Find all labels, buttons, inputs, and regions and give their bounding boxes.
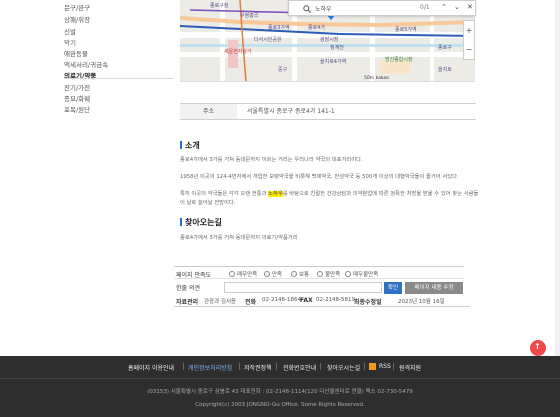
edit-page-button[interactable]: 페이지 내용 수정 bbox=[405, 282, 463, 294]
active-item-underline bbox=[64, 78, 174, 79]
sidebar-item-pets[interactable]: 애완동물 bbox=[64, 48, 88, 58]
address-value: 서울특별시 종로구 종로4가 141-1 bbox=[247, 108, 335, 115]
close-icon[interactable]: ✕ bbox=[467, 3, 473, 11]
satisfaction-survey: 페이지 만족도 매우만족 만족 보통 불만족 매우불만족 bbox=[174, 266, 464, 279]
map-scale: 50m kakao bbox=[364, 76, 389, 81]
rating-radio-dissatisfied[interactable] bbox=[317, 271, 323, 277]
map-label-jongno5ga: 종로5가역 bbox=[395, 27, 417, 33]
map-label-jongno3ga: 종로3가역 bbox=[268, 25, 290, 31]
rating-radio-neutral[interactable] bbox=[291, 271, 297, 277]
map-label-jongno4ga: 종로4가 bbox=[308, 25, 325, 31]
address-label: 주소 bbox=[180, 104, 237, 119]
manager-label: 자료관리 bbox=[176, 299, 199, 306]
directions-title: 찾아오는길 bbox=[185, 218, 222, 227]
address-table: 주소 서울특별시 종로구 종로4가 141-1 bbox=[180, 103, 476, 120]
map-label-jongno-office: 종로구청 bbox=[210, 3, 229, 9]
page-scrollbar[interactable] bbox=[555, 0, 560, 356]
map-label-euljiro4ga: 을지로4가역 bbox=[320, 59, 347, 65]
map-label-jongnogu: 종로구 bbox=[438, 45, 452, 51]
footer-link-guide[interactable]: 홈페이지 이용안내 bbox=[128, 363, 174, 372]
updated-label: 최종수정일 bbox=[354, 299, 382, 306]
sidebar-item-seeds-flowers[interactable]: 종묘/화훼 bbox=[64, 93, 90, 103]
map-label-park: 다서시민공원 bbox=[254, 37, 282, 43]
tel-value: 02-2148-1864 bbox=[262, 297, 301, 303]
highlighted-keyword: 노하우 bbox=[268, 191, 283, 197]
map-label-junggu: 중구 bbox=[278, 67, 288, 73]
map-search-query[interactable]: 노하우 bbox=[315, 4, 332, 13]
chevron-up-icon[interactable]: ⌃ bbox=[441, 3, 447, 11]
rating-radio-very-satisfied[interactable] bbox=[229, 271, 235, 277]
rating-option-label: 보통 bbox=[299, 272, 310, 278]
footer-link-phone[interactable]: 전화번호안내 bbox=[283, 363, 316, 372]
site-footer: 홈페이지 이용안내 개인정보처리방침 저작권정책 전화번호안내 찾아오시는길 R… bbox=[0, 356, 560, 417]
manager-value: 관광과 김서윤 bbox=[204, 299, 237, 305]
map-label-bangsan: 방산종합시장 bbox=[385, 57, 413, 63]
footer-divider bbox=[0, 378, 560, 379]
sidebar-item-fabric[interactable]: 포목/원단 bbox=[64, 104, 90, 114]
section-mark bbox=[180, 218, 182, 226]
section-mark bbox=[180, 141, 182, 149]
footer-address: (03153) 서울특별시 종로구 삼봉로 43 대표전화 : 02-2148-… bbox=[147, 389, 413, 395]
scroll-top-button[interactable]: ↑ bbox=[530, 340, 546, 356]
intro-paragraph-2: 1958년 이곳의 124-4번지에서 개업한 보령약국을 비롯해 백제약국, … bbox=[180, 174, 459, 180]
fax-value: 02-2148-5819 bbox=[316, 297, 355, 303]
footer-link-directions[interactable]: 찾아오시는길 bbox=[327, 363, 360, 372]
rating-option-label: 매우불만족 bbox=[353, 272, 379, 278]
confirm-button[interactable]: 확인 bbox=[384, 282, 402, 294]
footer-link-remote[interactable]: 원격지원 bbox=[399, 363, 421, 372]
sidebar-item-accessories[interactable]: 액세서리/귀금속 bbox=[64, 59, 108, 69]
footer-separator bbox=[364, 363, 365, 370]
footer-links: 홈페이지 이용안내 개인정보처리방침 저작권정책 전화번호안내 찾아오시는길 R… bbox=[0, 362, 560, 376]
map-label-euljiro: 을지로 bbox=[438, 67, 452, 73]
comment-label: 한줄 의견 bbox=[176, 285, 200, 292]
footer-link-privacy[interactable]: 개인정보처리방침 bbox=[188, 363, 232, 372]
directions-paragraph: 종로4가에서 3가를 거쳐 동대문까지 의료기/약품거리 bbox=[180, 235, 298, 241]
map-result-count: 0/1 bbox=[420, 4, 430, 11]
intro-paragraph-1: 종로4가에서 3가를 거쳐 동대문까지 이르는 거리는 우리나라 약국의 대표거… bbox=[180, 157, 363, 163]
zoom-in-button[interactable]: + bbox=[464, 21, 474, 40]
sidebar-item-shoes[interactable]: 신발 bbox=[64, 26, 76, 36]
zoom-out-button[interactable]: − bbox=[464, 40, 474, 59]
sidebar-item-electronics[interactable]: 전기/가전 bbox=[64, 82, 90, 92]
rating-radio-very-dissatisfied[interactable] bbox=[345, 271, 351, 277]
rating-radio-satisfied[interactable] bbox=[264, 271, 270, 277]
rating-option-label: 불만족 bbox=[325, 272, 341, 278]
rss-icon bbox=[369, 363, 376, 370]
satisfaction-label: 페이지 만족도 bbox=[176, 272, 212, 279]
tel-label: 전화 bbox=[245, 299, 257, 306]
intro-paragraph-3: 특히 이곳의 약국들은 각각 오랜 전통과 노하우를 바탕으로 친절한 건강상담… bbox=[180, 191, 479, 206]
map-label-sewoon: 세운전자상가 bbox=[224, 49, 252, 55]
comment-input[interactable] bbox=[224, 282, 382, 293]
map-label-post-office: 우정총국 bbox=[240, 13, 259, 19]
footer-separator bbox=[276, 363, 277, 370]
map-search-bar[interactable]: 노하우 0/1 ⌃ ⌄ ✕ bbox=[288, 0, 476, 16]
updated-value: 2023년 10월 16일 bbox=[398, 299, 445, 305]
footer-link-rss[interactable]: RSS bbox=[379, 363, 391, 370]
map-label-gwangjang: 광장시장 bbox=[320, 37, 339, 43]
footer-separator bbox=[183, 363, 184, 370]
footer-copyright: Copyright(c) 2003 JONGNO-Gu Office. Some… bbox=[195, 402, 365, 408]
footer-separator bbox=[239, 363, 240, 370]
footer-separator bbox=[320, 363, 321, 370]
footer-separator bbox=[393, 363, 394, 370]
search-icon bbox=[303, 5, 311, 13]
sidebar-item-instruments[interactable]: 악기 bbox=[64, 37, 76, 47]
sidebar-item-stationery[interactable]: 문구/완구 bbox=[64, 2, 90, 12]
rating-option-label: 만족 bbox=[272, 272, 283, 278]
fax-label: FAX bbox=[300, 297, 313, 304]
map-zoom-control: + − bbox=[463, 20, 475, 60]
rating-option-label: 매우만족 bbox=[237, 272, 258, 278]
intro-title: 소개 bbox=[185, 141, 200, 150]
footer-link-copyright[interactable]: 저작권정책 bbox=[244, 363, 272, 372]
page-meta: 자료관리 관광과 김서윤 전화 02-2148-1864 FAX 02-2148… bbox=[174, 295, 470, 307]
arrow-up-icon: ↑ bbox=[534, 342, 541, 351]
map-label-cheonggyecheon: 청계천 bbox=[330, 45, 344, 51]
chevron-down-icon[interactable]: ⌄ bbox=[454, 3, 460, 11]
category-sidebar: 문구/완구 상패/휘장 신발 악기 애완동물 액세서리/귀금속 의료기/약품 전… bbox=[56, 0, 174, 356]
sidebar-item-plaques[interactable]: 상패/휘장 bbox=[64, 14, 90, 24]
